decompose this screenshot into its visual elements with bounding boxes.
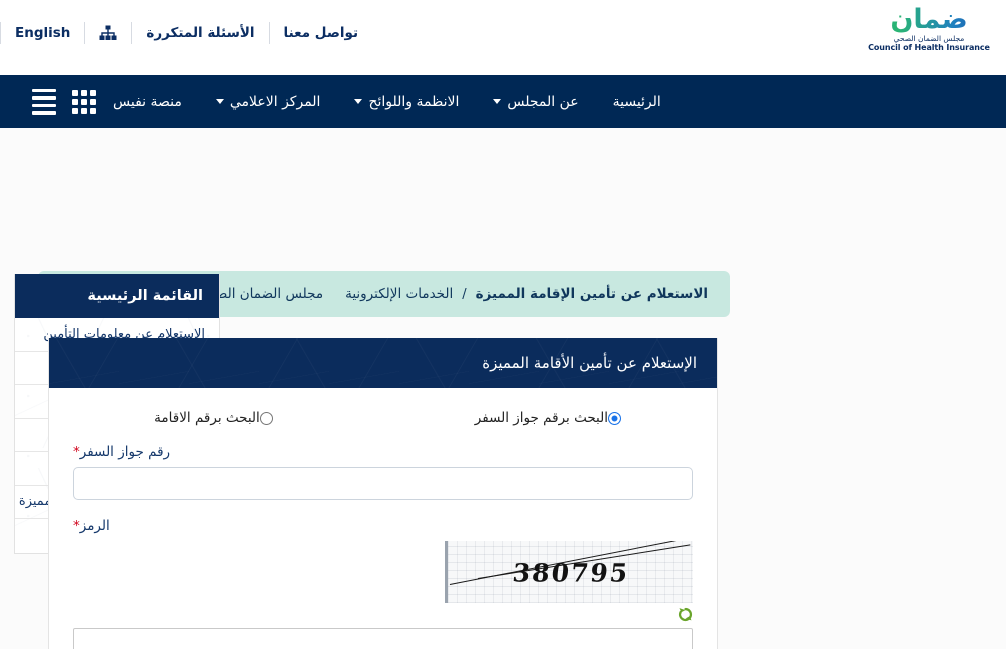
menu-icon[interactable] (32, 87, 56, 117)
main-navigation: الرئيسية عن المجلس الانظمة واللوائح المر… (0, 75, 1006, 128)
chevron-down-icon (354, 99, 363, 104)
radio-option-iqama-label: البحث برقم الاقامة (154, 410, 260, 426)
top-utility-bar: تواصل معنا الأسئلة المتكررة English ضمان… (0, 0, 1006, 75)
top-link-contact[interactable]: تواصل معنا (270, 22, 373, 44)
search-type-radio-group: البحث برقم جواز السفر البحث برقم الاقامة (73, 410, 693, 426)
breadcrumb-separator: / (462, 286, 467, 302)
nav-item-label: منصة نفيس (113, 93, 182, 110)
nav-item-nphies[interactable]: منصة نفيس (96, 94, 199, 110)
captcha-label-text: الرمز (79, 518, 110, 534)
nav-item-label: عن المجلس (507, 93, 579, 110)
captcha-label: الرمز* (73, 518, 693, 534)
sidebar-title: القائمة الرئيسية (15, 274, 219, 318)
nav-item-label: المركز الاعلامي (229, 93, 321, 110)
nav-item-regulations[interactable]: الانظمة واللوائح (337, 94, 476, 110)
breadcrumb-current: الاستعلام عن تأمين الإقامة المميزة (475, 286, 708, 302)
required-marker: * (73, 444, 80, 460)
page-body: الاستعلام عن تأمين الإقامة المميزة / الخ… (0, 128, 1006, 649)
nav-item-label: الانظمة واللوائح (368, 93, 460, 110)
logo-brand-arabic: ضمان (866, 6, 992, 34)
captcha-section: الرمز* 380795 (73, 518, 693, 649)
logo-subtitle-arabic: مجلس الضمان الصحي (893, 34, 965, 43)
top-links-group: تواصل معنا الأسئلة المتكررة English (0, 22, 372, 44)
radio-option-iqama[interactable]: البحث برقم الاقامة (154, 410, 273, 426)
nav-item-label: الرئيسية (612, 93, 661, 110)
passport-number-field: رقم جواز السفر* (73, 444, 693, 500)
radio-option-passport[interactable]: البحث برقم جواز السفر (475, 410, 621, 426)
form-body: البحث برقم جواز السفر البحث برقم الاقامة… (49, 388, 717, 649)
radio-option-passport-label: البحث برقم جواز السفر (474, 410, 608, 426)
nav-links-group: الرئيسية عن المجلس الانظمة واللوائح المر… (96, 94, 678, 110)
required-marker: * (73, 518, 80, 534)
captcha-code-text: 380795 (510, 558, 631, 588)
nav-icon-group (32, 87, 96, 117)
breadcrumb-section[interactable]: الخدمات الإلكترونية (345, 286, 453, 302)
nav-item-media-center[interactable]: المركز الاعلامي (199, 94, 338, 110)
apps-grid-icon[interactable] (72, 89, 96, 114)
radio-passport-input[interactable] (608, 411, 621, 425)
nav-item-home[interactable]: الرئيسية (596, 94, 678, 110)
sitemap-icon[interactable] (85, 25, 131, 41)
chevron-down-icon (215, 99, 224, 104)
refresh-icon[interactable] (678, 607, 693, 626)
inquiry-form-card: الإستعلام عن تأمين الأقامة المميزة البحث… (48, 338, 718, 649)
captcha-image: 380795 (445, 541, 693, 603)
site-logo[interactable]: ضمان مجلس الضمان الصحي Council of Health… (866, 6, 992, 54)
top-link-faq[interactable]: الأسئلة المتكررة (132, 22, 268, 44)
chevron-down-icon (493, 99, 502, 104)
nav-item-about-council[interactable]: عن المجلس (476, 94, 595, 110)
captcha-input[interactable] (73, 628, 693, 649)
passport-number-label: رقم جواز السفر* (73, 444, 693, 460)
logo-subtitle-english: Council of Health Insurance (868, 43, 990, 52)
captcha-image-row: 380795 (73, 541, 693, 626)
passport-number-input[interactable] (73, 467, 693, 500)
form-title: الإستعلام عن تأمين الأقامة المميزة (49, 338, 717, 388)
passport-number-label-text: رقم جواز السفر (79, 444, 171, 460)
language-switch[interactable]: English (1, 22, 84, 44)
radio-iqama-input[interactable] (259, 411, 273, 425)
